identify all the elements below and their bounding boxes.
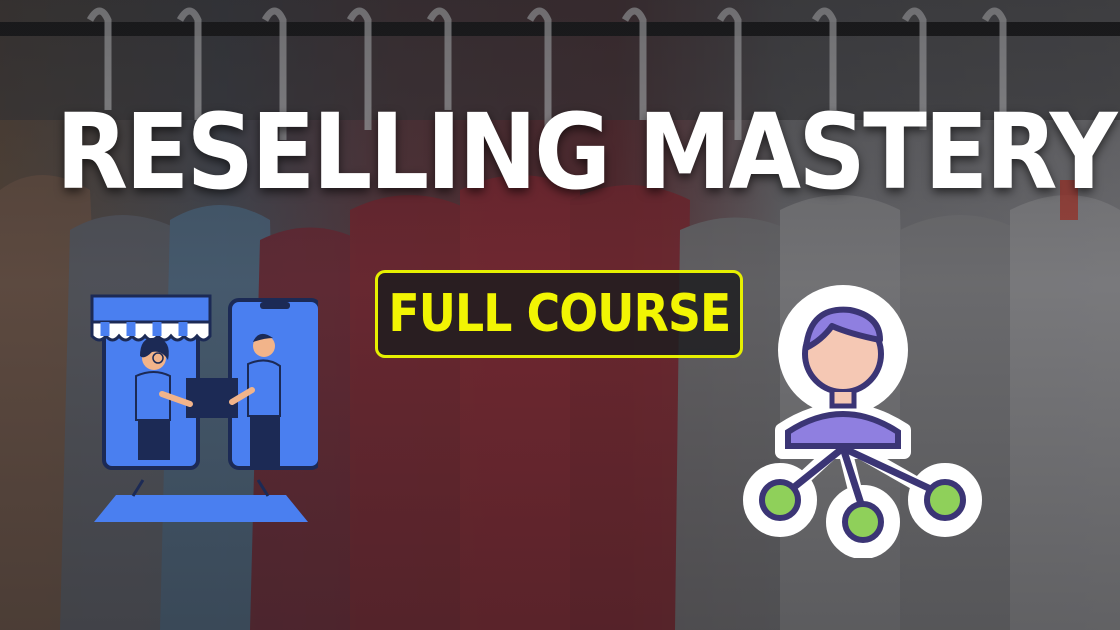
package-box [186, 378, 238, 418]
full-course-badge: FULL COURSE [375, 270, 743, 358]
platform-base [94, 495, 308, 522]
badge-label: FULL COURSE [387, 284, 731, 344]
thumbnail: RESELLING MASTERY FULL COURSE [0, 0, 1120, 630]
user-network-icon [743, 285, 982, 558]
store-awning [90, 294, 212, 342]
headline-title: RESELLING MASTERY [56, 91, 1118, 213]
online-store-handshake-icon [90, 294, 318, 522]
